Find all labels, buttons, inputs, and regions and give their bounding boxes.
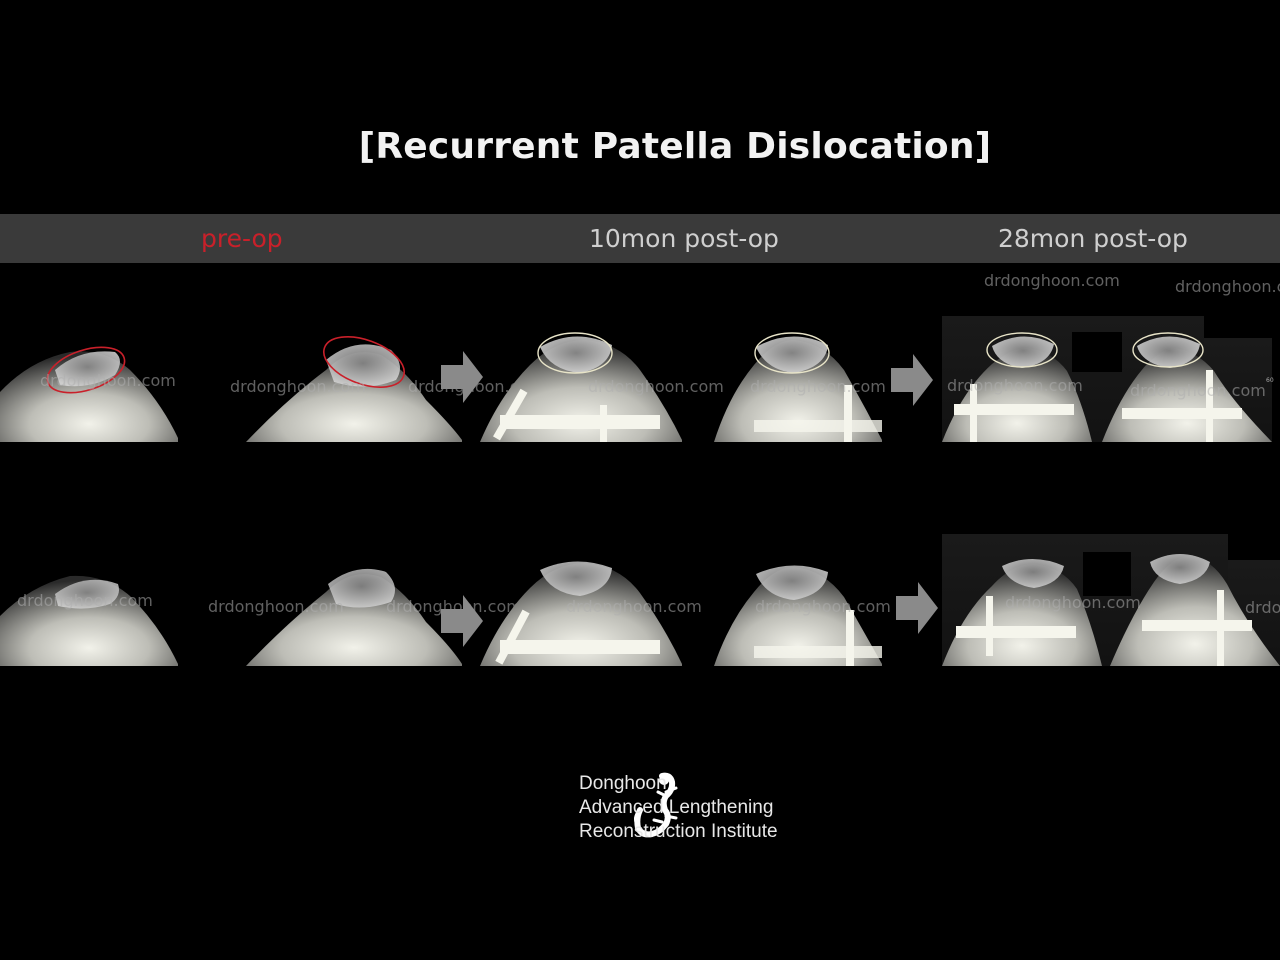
watermark: drdonghoon.com: [947, 376, 1083, 395]
label-10mon-post-op: 10mon post-op: [589, 224, 779, 253]
xray-pre-op-1-row2: [0, 575, 178, 666]
institute-logo-text: Donghoon Advanced Lengthening Reconstruc…: [579, 772, 778, 844]
watermark: drdonghoon.com: [566, 597, 702, 616]
logo-line-3: Reconstruction Institute: [579, 821, 778, 842]
panel-marker: 60: [1266, 377, 1274, 384]
watermark: drdonghoon.com: [208, 597, 344, 616]
label-pre-op: pre-op: [201, 224, 283, 253]
watermark: drdonghoon.com: [1245, 598, 1280, 617]
right-arrow-icon: [896, 582, 938, 634]
timeline-header-band: pre-op 10mon post-op 28mon post-op: [0, 214, 1280, 263]
watermark: drdonghoon.com: [17, 591, 153, 610]
watermark: drdonghoon.com: [40, 371, 176, 390]
logo-line-1: Donghoon: [579, 773, 667, 794]
page-title: [Recurrent Patella Dislocation]: [358, 126, 992, 167]
watermark: drdonghoon.com: [230, 377, 366, 396]
label-28mon-post-op: 28mon post-op: [998, 224, 1188, 253]
watermark: drdonghoon.com: [1130, 381, 1266, 400]
right-arrow-icon: [441, 595, 483, 647]
watermark: drdonghoon.com: [1005, 593, 1141, 612]
right-arrow-icon: [891, 354, 933, 406]
right-arrow-icon: [441, 351, 483, 403]
watermark: drdonghoon.com: [984, 271, 1120, 290]
watermark: drdonghoon.com: [755, 597, 891, 616]
watermark: drdonghoon.com: [1175, 277, 1280, 296]
watermark: drdonghoon.com: [750, 377, 886, 396]
logo-line-2: Advanced Lengthening: [579, 797, 774, 818]
watermark: drdonghoon.com: [588, 377, 724, 396]
